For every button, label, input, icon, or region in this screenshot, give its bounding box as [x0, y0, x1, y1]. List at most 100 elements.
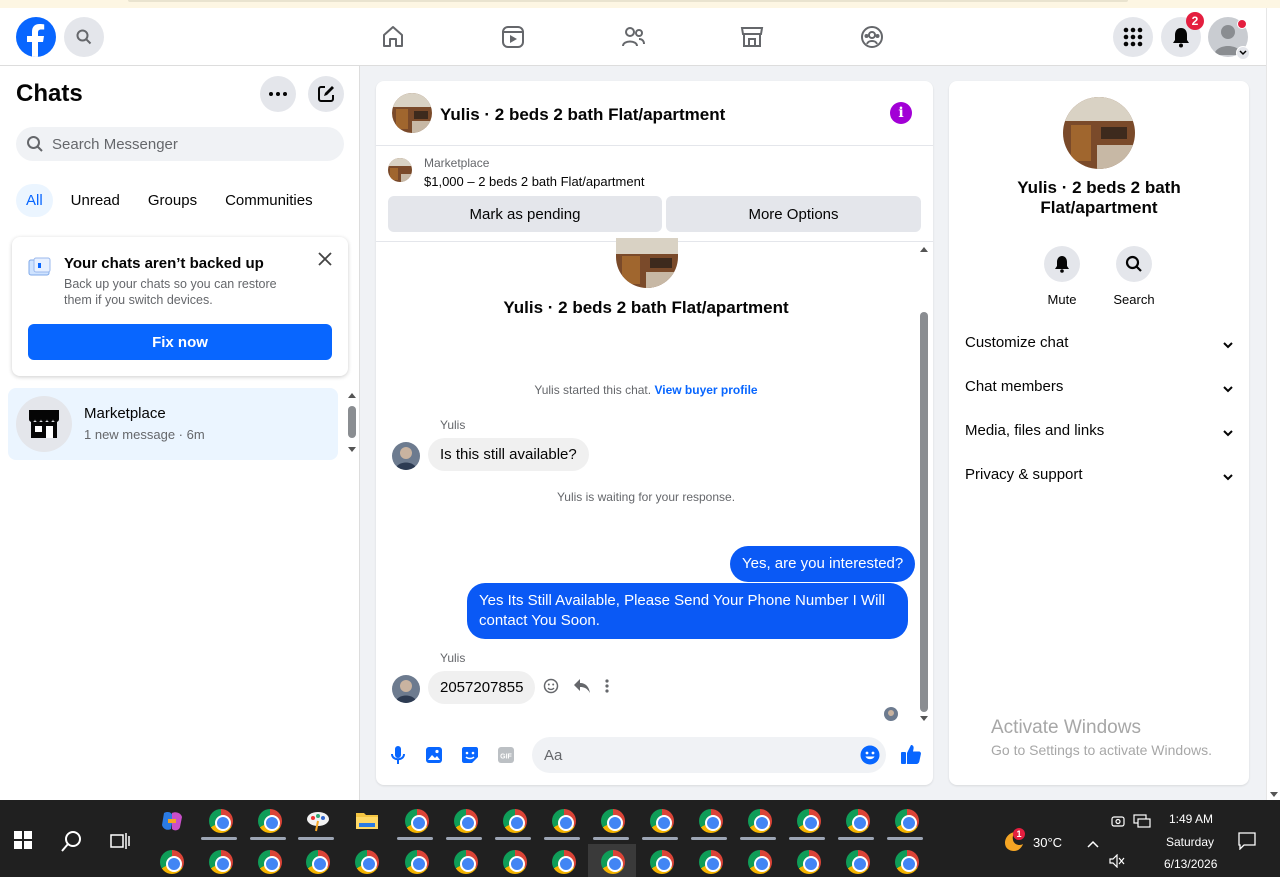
facebook-logo-icon[interactable]	[16, 17, 56, 57]
groups-icon[interactable]	[857, 22, 887, 52]
chrome-app-icon[interactable]	[748, 850, 774, 876]
notification-center-icon[interactable]	[1238, 832, 1256, 855]
clock-date[interactable]: 6/13/2026	[1164, 857, 1217, 871]
search-icon	[27, 136, 43, 152]
buyer-avatar[interactable]	[392, 442, 420, 470]
fix-now-button[interactable]: Fix now	[28, 324, 332, 360]
buyer-avatar[interactable]	[392, 675, 420, 703]
reply-icon[interactable]	[573, 678, 591, 699]
page-scrollbar[interactable]	[1266, 8, 1280, 800]
photo-icon[interactable]	[424, 745, 444, 765]
emoji-icon[interactable]	[860, 745, 880, 770]
volume-muted-icon[interactable]	[1109, 853, 1125, 873]
chrome-app-icon[interactable]	[503, 809, 529, 835]
chrome-app-icon[interactable]	[797, 850, 823, 876]
search-messenger-input[interactable]: Search Messenger	[16, 127, 344, 161]
listing-price-title[interactable]: $1,000 – 2 beds 2 bath Flat/apartment	[424, 174, 644, 189]
chrome-app-icon[interactable]	[258, 809, 284, 835]
video-icon[interactable]	[498, 22, 528, 52]
account-chevron-icon[interactable]	[1236, 46, 1250, 60]
chrome-app-icon[interactable]	[650, 850, 676, 876]
outgoing-message[interactable]: Yes Its Still Available, Please Send You…	[467, 583, 908, 639]
friends-icon[interactable]	[618, 22, 648, 52]
customize-chat-row[interactable]: Customize chat	[965, 334, 1233, 358]
chrome-app-icon[interactable]	[601, 809, 627, 835]
chrome-app-icon[interactable]	[454, 809, 480, 835]
listing-avatar[interactable]	[392, 93, 432, 133]
chrome-app-icon[interactable]	[160, 850, 186, 876]
chrome-app-icon[interactable]	[699, 850, 725, 876]
task-view-icon[interactable]	[110, 832, 130, 855]
chrome-app-icon[interactable]	[306, 850, 332, 876]
chrome-app-icon[interactable]	[552, 809, 578, 835]
new-message-icon[interactable]	[308, 76, 344, 112]
more-options-button[interactable]: More Options	[666, 196, 921, 232]
chrome-app-icon[interactable]	[405, 850, 431, 876]
privacy-support-row[interactable]: Privacy & support	[965, 466, 1233, 490]
sticker-icon[interactable]	[460, 745, 480, 765]
thread-scrollbar[interactable]	[919, 246, 929, 721]
file-explorer-icon[interactable]	[355, 809, 381, 835]
chrome-app-icon[interactable]	[503, 850, 529, 876]
chrome-app-icon[interactable]	[650, 809, 676, 835]
gif-icon[interactable]: GIF	[496, 745, 516, 765]
menu-grid-icon[interactable]	[1113, 17, 1153, 57]
message-input[interactable]: Aa	[532, 737, 886, 773]
chrome-app-icon[interactable]	[846, 850, 872, 876]
paint-app-icon[interactable]	[306, 809, 332, 835]
message-input-placeholder: Aa	[544, 747, 563, 764]
marketplace-icon[interactable]	[737, 22, 767, 52]
chat-list-item-marketplace[interactable]: Marketplace 1 new message · 6m	[8, 388, 338, 460]
info-icon[interactable]: i	[890, 102, 912, 124]
filter-groups[interactable]: Groups	[138, 184, 207, 217]
chrome-app-icon[interactable]	[209, 809, 235, 835]
clock-time[interactable]: 1:49 AM	[1169, 812, 1213, 826]
chrome-app-icon[interactable]	[748, 809, 774, 835]
filter-all[interactable]: All	[16, 184, 53, 217]
react-emoji-icon[interactable]	[543, 678, 559, 699]
more-vertical-icon[interactable]	[605, 679, 609, 698]
copilot-app-icon[interactable]	[160, 809, 186, 835]
thumbs-up-icon[interactable]	[900, 743, 922, 765]
clock-day[interactable]: Saturday	[1166, 835, 1214, 849]
chrome-app-icon[interactable]	[552, 850, 578, 876]
outgoing-message[interactable]: Yes, are you interested?	[730, 546, 916, 582]
chrome-app-icon[interactable]	[846, 809, 872, 835]
taskbar-search-icon[interactable]	[60, 829, 84, 858]
chat-list-scrollbar[interactable]	[347, 392, 357, 460]
more-options-icon[interactable]	[260, 76, 296, 112]
network-icon[interactable]	[1133, 814, 1151, 833]
tray-chevron-up-icon[interactable]	[1087, 835, 1099, 853]
chat-members-row[interactable]: Chat members	[965, 378, 1233, 402]
chrome-app-icon[interactable]	[355, 850, 381, 876]
incoming-message[interactable]: Is this still available?	[428, 438, 589, 471]
chrome-app-icon-active[interactable]	[601, 850, 627, 876]
chrome-app-icon[interactable]	[209, 850, 235, 876]
media-files-links-row[interactable]: Media, files and links	[965, 422, 1233, 446]
chrome-app-icon[interactable]	[699, 809, 725, 835]
chrome-app-icon[interactable]	[895, 809, 921, 835]
chrome-app-icon[interactable]	[797, 809, 823, 835]
view-buyer-profile-link[interactable]: View buyer profile	[654, 383, 757, 397]
microphone-icon[interactable]	[388, 745, 408, 765]
chrome-app-icon[interactable]	[258, 850, 284, 876]
filter-unread[interactable]: Unread	[61, 184, 130, 217]
search-icon[interactable]	[64, 17, 104, 57]
home-icon[interactable]	[378, 22, 408, 52]
temperature[interactable]: 30°C	[1033, 835, 1062, 850]
chrome-app-icon[interactable]	[405, 809, 431, 835]
windows-start-icon[interactable]	[14, 831, 32, 849]
mute-button[interactable]: Mute	[1032, 246, 1092, 307]
incoming-message[interactable]: 2057207855	[428, 671, 536, 704]
mark-as-pending-button[interactable]: Mark as pending	[388, 196, 662, 232]
meet-now-icon[interactable]	[1111, 814, 1125, 833]
mute-label: Mute	[1047, 292, 1077, 307]
conversation-title[interactable]: Yulis · 2 beds 2 bath Flat/apartment	[440, 105, 725, 125]
chrome-app-icon[interactable]	[454, 850, 480, 876]
chrome-app-icon[interactable]	[895, 850, 921, 876]
close-icon[interactable]	[318, 249, 332, 272]
search-in-chat-button[interactable]: Search	[1104, 246, 1164, 307]
listing-thumbnail[interactable]	[388, 158, 412, 182]
chat-info-avatar[interactable]	[1063, 97, 1135, 169]
filter-communities[interactable]: Communities	[215, 184, 323, 217]
